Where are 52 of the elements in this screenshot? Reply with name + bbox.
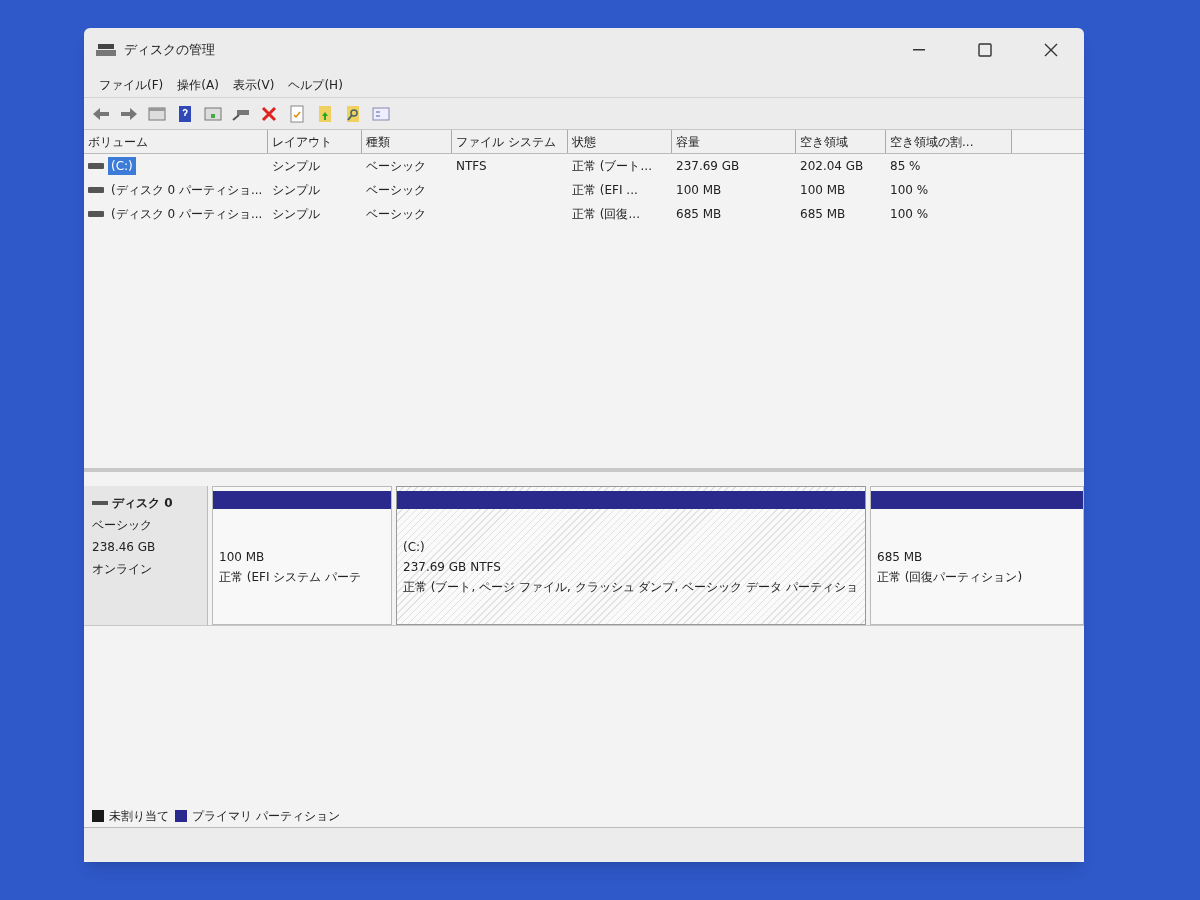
drive-icon — [88, 162, 104, 170]
drive-icon — [88, 186, 104, 194]
disk-name: ディスク 0 — [112, 495, 173, 512]
legend-label: 未割り当て — [109, 807, 169, 825]
menu-item[interactable]: 操作(A) — [170, 75, 226, 94]
partition-name: (C:) — [403, 538, 426, 556]
minimize-icon — [913, 49, 925, 51]
menu-item[interactable]: ファイル(F) — [92, 75, 171, 94]
window-title: ディスクの管理 — [124, 41, 215, 60]
partition-status: 正常 (EFI システム パーテ — [219, 568, 363, 586]
table-cell: シンプル — [272, 159, 320, 173]
table-cell: 100 % — [890, 207, 929, 221]
table-cell: 85 % — [890, 159, 921, 173]
partition-block[interactable]: (C:) 237.69 GB NTFS 正常 (ブート, ページ ファイル, クラッシュ ダンプ, ベーシック データ パーティショ — [396, 486, 866, 625]
partition-size: 237.69 GB NTFS — [403, 558, 502, 576]
maximize-icon — [978, 43, 992, 57]
column-header[interactable]: 状態 — [568, 130, 672, 153]
table-cell: 100 MB — [800, 183, 846, 197]
table-cell: 100 % — [890, 183, 929, 197]
disk-management-icon — [96, 42, 116, 58]
table-cell: ベーシック — [366, 183, 426, 197]
partition-block[interactable]: 100 MB 正常 (EFI システム パーテ — [212, 486, 392, 625]
partition-block[interactable]: 685 MB 正常 (回復パーティション) — [870, 486, 1084, 625]
disk-status: オンライン — [92, 561, 153, 578]
table-cell: 正常 (EFI ... — [572, 183, 638, 197]
table-cell: 正常 (回復... — [572, 207, 640, 221]
table-cell: 237.69 GB — [676, 159, 740, 173]
partition-size: 685 MB — [877, 548, 924, 566]
table-cell: 100 MB — [676, 183, 722, 197]
menu-item[interactable]: ヘルプ(H) — [281, 75, 350, 94]
partition-status: 正常 (ブート, ページ ファイル, クラッシュ ダンプ, ベーシック データ パーティショ — [403, 578, 859, 596]
table-cell: ベーシック — [366, 207, 426, 221]
drive-icon — [92, 500, 108, 506]
menu-item[interactable]: 表示(V) — [225, 75, 282, 94]
table-cell: シンプル — [272, 183, 320, 197]
table-cell: 正常 (ブート... — [572, 159, 652, 173]
partition-status: 正常 (回復パーティション) — [877, 568, 1024, 586]
volume-name[interactable]: (C:) — [108, 157, 136, 175]
table-cell: シンプル — [272, 207, 320, 221]
drive-icon — [88, 210, 104, 218]
disk-type: ベーシック — [92, 517, 153, 534]
table-cell: 685 MB — [676, 207, 722, 221]
partition-size: 100 MB — [219, 548, 266, 566]
volume-name[interactable]: (ディスク 0 パーティショ... — [108, 181, 266, 199]
table-cell: 685 MB — [800, 207, 846, 221]
close-icon — [1044, 43, 1058, 57]
volume-name[interactable]: (ディスク 0 パーティショ... — [108, 205, 266, 223]
table-cell: NTFS — [456, 159, 487, 173]
legend-label: プライマリ パーティション — [192, 807, 340, 825]
table-cell: ベーシック — [366, 159, 426, 173]
table-cell: 202.04 GB — [800, 159, 864, 173]
disk-size: 238.46 GB — [92, 539, 157, 556]
